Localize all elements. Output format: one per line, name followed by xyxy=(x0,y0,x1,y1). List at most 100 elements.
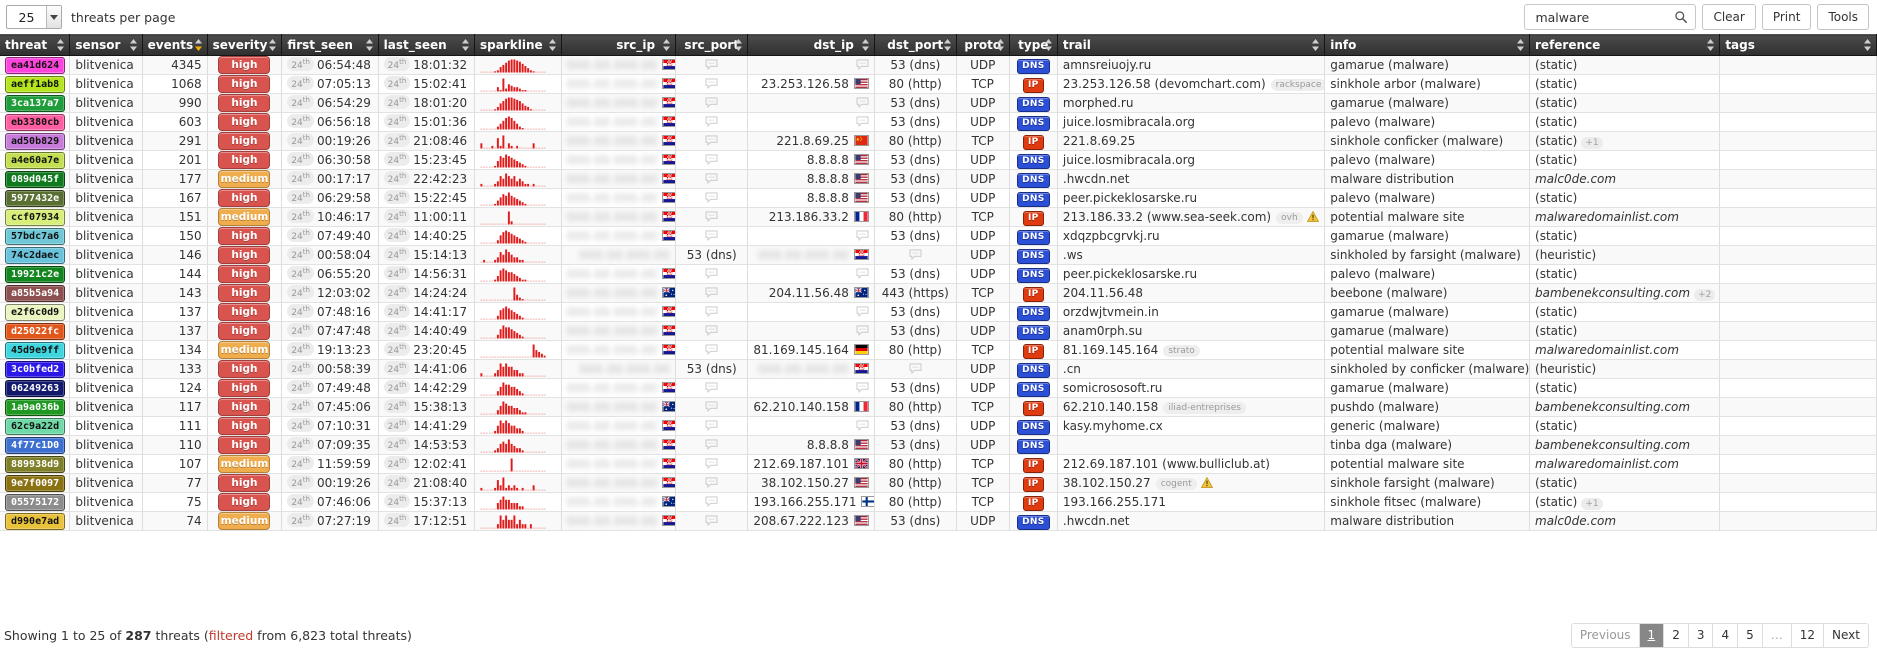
reference-more-badge[interactable]: +2 xyxy=(1694,288,1716,301)
threat-id-chip[interactable]: 45d9e9ff xyxy=(5,341,66,359)
reference-value[interactable]: malwaredomainlist.com xyxy=(1535,457,1679,471)
table-row[interactable]: a4e60a7e blitvenica 201 high 24th 06:30:58 24t… xyxy=(0,150,1877,170)
table-row[interactable]: 62c9a22d blitvenica 111 high 24th 07:10:31 24t… xyxy=(0,416,1877,436)
reference-value[interactable]: malwaredomainlist.com xyxy=(1535,343,1679,357)
comment-bubble-icon[interactable] xyxy=(705,325,718,336)
table-row[interactable]: a85b5a94 blitvenica 143 high 24th 12:03:02 24t… xyxy=(0,283,1877,303)
threat-id-chip[interactable]: d990e7ad xyxy=(5,512,66,530)
table-row[interactable]: 9e7f0097 blitvenica 77 high 24th 00:19:26 24th… xyxy=(0,473,1877,493)
table-row[interactable]: ad50b829 blitvenica 291 high 24th 00:19:26 24t… xyxy=(0,131,1877,151)
column-header-sparkline[interactable]: sparkline xyxy=(474,34,562,56)
trail-value[interactable]: 212.69.187.101 (www.bulliclub.at) xyxy=(1063,457,1270,471)
table-row[interactable]: 05575172 blitvenica 75 high 24th 07:46:06 24th… xyxy=(0,492,1877,512)
trail-value[interactable]: peer.pickeklosarske.ru xyxy=(1063,191,1197,205)
trail-value[interactable]: .hwcdn.net xyxy=(1063,514,1130,528)
threat-id-chip[interactable]: 06249263 xyxy=(5,379,66,397)
reference-value[interactable]: (static) xyxy=(1535,495,1577,509)
trail-value[interactable]: morphed.ru xyxy=(1063,96,1134,110)
reference-value[interactable]: (heuristic) xyxy=(1535,362,1596,376)
table-row[interactable]: ccf07934 blitvenica 151 medium 24th 10:46:17 2… xyxy=(0,207,1877,227)
threat-id-chip[interactable]: ea41d624 xyxy=(5,56,66,74)
comment-bubble-icon[interactable] xyxy=(705,382,718,393)
sort-arrows-icon[interactable] xyxy=(129,38,138,52)
column-header-tags[interactable]: tags xyxy=(1719,34,1877,56)
table-row[interactable]: eb3380cb blitvenica 603 high 24th 06:56:18 24t… xyxy=(0,112,1877,132)
threat-id-chip[interactable]: 19921c2e xyxy=(5,265,66,283)
comment-bubble-icon[interactable] xyxy=(705,78,718,89)
trail-value[interactable]: anam0rph.su xyxy=(1063,324,1142,338)
threat-id-chip[interactable]: 3c0bfed2 xyxy=(5,360,66,378)
reference-value[interactable]: (static) xyxy=(1535,419,1577,433)
pagination-previous[interactable]: Previous xyxy=(1570,622,1640,648)
comment-bubble-icon[interactable] xyxy=(705,477,718,488)
trail-value[interactable]: amnsreiuojy.ru xyxy=(1063,58,1151,72)
trail-value[interactable]: 221.8.69.25 xyxy=(1063,134,1136,148)
threat-id-chip[interactable]: 74c2daec xyxy=(5,246,66,264)
threat-id-chip[interactable]: eb3380cb xyxy=(5,113,66,131)
threat-id-chip[interactable]: 62c9a22d xyxy=(5,417,66,435)
threat-id-chip[interactable]: 05575172 xyxy=(5,493,66,511)
sort-arrows-icon[interactable] xyxy=(1516,38,1525,52)
reference-value[interactable]: (static) xyxy=(1535,58,1577,72)
threat-id-chip[interactable]: 4f77c1D0 xyxy=(5,436,66,454)
trail-value[interactable]: juice.losmibracala.org xyxy=(1063,153,1195,167)
table-row[interactable]: aeff1ab8 blitvenica 1068 high 24th 07:05:13 24… xyxy=(0,74,1877,94)
column-header-events[interactable]: events xyxy=(142,34,208,56)
comment-bubble-icon[interactable] xyxy=(705,135,718,146)
threat-id-chip[interactable]: 089d045f xyxy=(5,170,66,188)
threat-id-chip[interactable]: 5977432e xyxy=(5,189,66,207)
column-header-first_seen[interactable]: first_seen xyxy=(281,34,379,56)
comment-bubble-icon[interactable] xyxy=(705,59,718,70)
pagination-page-1[interactable]: 1 xyxy=(1639,622,1665,648)
threat-id-chip[interactable]: 889938d9 xyxy=(5,455,66,473)
tools-button[interactable]: Tools xyxy=(1817,4,1869,30)
print-button[interactable]: Print xyxy=(1761,4,1812,30)
threat-id-chip[interactable]: 9e7f0097 xyxy=(5,474,66,492)
reference-value[interactable]: (static) xyxy=(1535,229,1577,243)
table-row[interactable]: 089d045f blitvenica 177 medium 24th 00:17:17 2… xyxy=(0,169,1877,189)
threat-id-chip[interactable]: a85b5a94 xyxy=(5,284,66,302)
search-input[interactable] xyxy=(1533,8,1672,26)
threat-id-chip[interactable]: a4e60a7e xyxy=(5,151,66,169)
sort-arrows-icon[interactable] xyxy=(996,38,1005,52)
reference-value[interactable]: (static) xyxy=(1535,115,1577,129)
sort-arrows-icon[interactable] xyxy=(365,38,374,52)
sort-arrows-icon[interactable] xyxy=(548,38,557,52)
comment-bubble-icon[interactable] xyxy=(705,230,718,241)
reference-value[interactable]: (static) xyxy=(1535,476,1577,490)
column-header-threat[interactable]: threat xyxy=(0,34,71,56)
trail-value[interactable]: .ws xyxy=(1063,248,1083,262)
column-header-dst_ip[interactable]: dst_ip xyxy=(747,34,875,56)
sort-arrows-icon[interactable] xyxy=(734,38,743,52)
reference-value[interactable]: malc0de.com xyxy=(1535,172,1616,186)
table-row[interactable]: 19921c2e blitvenica 144 high 24th 06:55:20 24t… xyxy=(0,264,1877,284)
column-header-proto[interactable]: proto xyxy=(956,34,1010,56)
column-header-trail[interactable]: trail xyxy=(1057,34,1326,56)
comment-bubble-icon[interactable] xyxy=(856,268,869,279)
trail-value[interactable]: .hwcdn.net xyxy=(1063,172,1130,186)
reference-value[interactable]: bambenekconsulting.com xyxy=(1535,438,1690,452)
table-row[interactable]: 5977432e blitvenica 167 high 24th 06:29:58 24t… xyxy=(0,188,1877,208)
table-row[interactable]: 3c0bfed2 blitvenica 133 high 24th 00:58:39 24t… xyxy=(0,359,1877,379)
threat-id-chip[interactable]: ccf07934 xyxy=(5,208,66,226)
search-box[interactable] xyxy=(1524,4,1697,30)
pagination-page-5[interactable]: 5 xyxy=(1738,622,1763,648)
comment-bubble-icon[interactable] xyxy=(856,306,869,317)
reference-value[interactable]: malc0de.com xyxy=(1535,514,1616,528)
sort-arrows-icon[interactable] xyxy=(1706,38,1715,52)
column-header-sensor[interactable]: sensor xyxy=(69,34,143,56)
comment-bubble-icon[interactable] xyxy=(705,287,718,298)
column-header-src_port[interactable]: src_port xyxy=(675,34,749,56)
comment-bubble-icon[interactable] xyxy=(909,249,922,260)
comment-bubble-icon[interactable] xyxy=(705,211,718,222)
trail-value[interactable]: 193.166.255.171 xyxy=(1063,495,1166,509)
comment-bubble-icon[interactable] xyxy=(705,496,718,507)
per-page-select[interactable]: 25 xyxy=(6,5,62,29)
reference-value[interactable]: (static) xyxy=(1535,267,1577,281)
comment-bubble-icon[interactable] xyxy=(856,420,869,431)
comment-bubble-icon[interactable] xyxy=(705,154,718,165)
sort-arrows-icon[interactable] xyxy=(861,38,870,52)
comment-bubble-icon[interactable] xyxy=(705,173,718,184)
reference-value[interactable]: (heuristic) xyxy=(1535,248,1596,262)
sort-arrows-icon[interactable] xyxy=(461,38,470,52)
